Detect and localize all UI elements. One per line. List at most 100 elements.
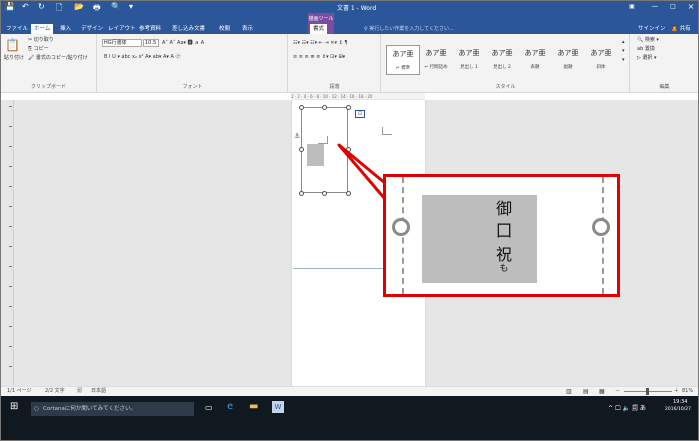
tab-review[interactable]: 校閲 — [216, 24, 233, 34]
resize-handle[interactable] — [322, 191, 327, 196]
zoom-callout: 御 囗 祝 も — [383, 174, 620, 297]
title-bar: 💾 ↶ ↻ 🗋 📂 🖶 🔍 ▾ 文書 1 - Word ▣ － □ × — [1, 1, 698, 13]
tab-insert[interactable]: 挿入 — [57, 24, 74, 34]
style-item[interactable]: あア亜 ↵ 行間詰め — [419, 45, 453, 75]
edge-icon[interactable]: e — [227, 401, 233, 412]
font-size-select[interactable]: 10.5 — [143, 39, 159, 47]
ruler-tick — [9, 226, 12, 227]
style-item[interactable]: あア亜 斜体 — [584, 45, 618, 75]
style-item[interactable]: あア亜 見出し 1 — [452, 45, 486, 75]
resize-handle[interactable] — [299, 191, 304, 196]
print-preview-icon[interactable]: 🔍 — [111, 2, 121, 11]
style-sample: あア亜 — [425, 49, 447, 57]
close-button[interactable]: × — [680, 1, 698, 13]
paste-button[interactable]: 貼り付け — [4, 55, 24, 62]
share-button[interactable]: 🙎 共有 — [671, 25, 691, 34]
system-tray[interactable]: ^ 🖵 🔈 🗐 あ — [608, 403, 646, 414]
vertical-ruler — [7, 100, 14, 385]
resize-handle[interactable] — [322, 105, 327, 110]
taskbar: ⊞ ○ Cortanaに何か聞いてみてください。 ▭ e ▬ W ^ 🖵 🔈 🗐… — [1, 396, 698, 440]
clipboard-group: 📋 貼り付け ✂ 切り取り ⎘ コピー 🖌 書式のコピー/貼り付け クリップボー… — [1, 34, 97, 92]
layout-options-icon[interactable]: ⊡ — [355, 110, 365, 118]
resize-handle[interactable] — [299, 105, 304, 110]
task-view-icon[interactable]: ▭ — [205, 403, 213, 412]
style-sample: あア亜 — [392, 50, 414, 58]
print-layout-icon[interactable]: ▤ — [583, 387, 589, 396]
replace-button[interactable]: ab 置換 — [637, 46, 655, 53]
style-name: ↵ 標準 — [395, 66, 411, 71]
ruler-tick — [9, 286, 12, 287]
horizontal-ruler: 2 · 2 · 4 · 6 · 8 · 10 · 12 · 14 · 16 · … — [291, 93, 425, 100]
style-sample: あア亜 — [590, 49, 612, 57]
tab-file[interactable]: ファイル — [3, 24, 31, 34]
tab-layout[interactable]: レイアウト — [105, 24, 139, 34]
word-app-icon[interactable]: W — [272, 401, 284, 413]
tab-mailings[interactable]: 差し込み文書 — [169, 24, 208, 34]
paste-icon[interactable]: 📋 — [5, 39, 20, 51]
styles-group: あア亜 ↵ 標準 あア亜 ↵ 行間詰め あア亜 見出し 1 あア亜 見出し 2 あア亜 表題 あア亜… — [382, 34, 630, 92]
select-button[interactable]: ▷ 選択 ▾ — [637, 55, 657, 62]
format-painter-button[interactable]: 🖌 書式のコピー/貼り付け — [28, 55, 88, 62]
handle-ring — [392, 218, 410, 236]
ribbon-display-icon[interactable]: ▣ — [621, 1, 643, 13]
undo-icon[interactable]: ↶ — [22, 2, 29, 11]
ruler-tick — [9, 366, 12, 367]
tab-design[interactable]: デザイン — [78, 24, 106, 34]
tab-view[interactable]: 表示 — [239, 24, 256, 34]
font-group-label: フォント — [182, 84, 203, 90]
font-name-select[interactable]: HG行書体 — [102, 39, 142, 47]
proofing-icon[interactable]: 🗐 — [77, 387, 82, 396]
font-row1-tools[interactable]: A˄ A˅ Aa▾ 🅰 ａ A — [162, 40, 204, 47]
redo-icon[interactable]: ↻ — [38, 2, 45, 11]
web-layout-icon[interactable]: ▦ — [599, 387, 605, 396]
signin-link[interactable]: サインイン — [638, 25, 666, 34]
zoom-in-button[interactable]: ＋ — [674, 387, 679, 396]
language[interactable]: 日本語 — [91, 387, 106, 396]
copy-button[interactable]: ⎘ コピー — [28, 46, 49, 53]
tab-references[interactable]: 参考資料 — [136, 24, 164, 34]
save-icon[interactable]: 💾 — [5, 2, 15, 11]
gallery-scroll-icon[interactable]: ▴ ▾ ▾ — [622, 38, 625, 65]
font-row2-tools[interactable]: B I U ▾ abc x₂ x² A▾ ab▾ A▾ A ㋐ — [104, 54, 181, 61]
cut-button[interactable]: ✂ 切り取り — [28, 37, 54, 44]
vertical-char-small: も — [499, 264, 509, 274]
style-item[interactable]: あア亜 副題 — [551, 45, 585, 75]
cortana-search[interactable]: ○ Cortanaに何か聞いてみてください。 — [31, 402, 194, 416]
paragraph-group: ☷▾ ☷▾ ☷▾ ⇤ ⇥ ✕▾ ↕ ¶ ≡ ≡ ≡ ≣ ≡ ⇕▾ ⊡▾ ⊞▾ 段… — [289, 34, 381, 92]
style-name: 見出し 2 — [493, 65, 511, 70]
ribbon: 📋 貼り付け ✂ 切り取り ⎘ コピー 🖌 書式のコピー/貼り付け クリップボー… — [1, 34, 698, 93]
paragraph-row1-tools[interactable]: ☷▾ ☷▾ ☷▾ ⇤ ⇥ ✕▾ ↕ ¶ — [293, 40, 348, 47]
style-sample: あア亜 — [491, 49, 513, 57]
resize-handle[interactable] — [346, 105, 351, 110]
windows-start-icon[interactable]: ⊞ — [10, 401, 18, 412]
file-explorer-icon[interactable]: ▬ — [249, 401, 258, 412]
style-item[interactable]: あア亜見出し 2 — [485, 45, 519, 75]
ruler-tick — [9, 146, 12, 147]
zoom-slider[interactable] — [624, 388, 672, 395]
zoom-out-button[interactable]: － — [615, 387, 620, 396]
cortana-icon: ○ — [34, 406, 39, 412]
customize-qat-icon[interactable]: ▾ — [129, 2, 133, 11]
tab-home[interactable]: ホーム — [31, 24, 54, 34]
style-sample: あア亜 — [458, 49, 480, 57]
zoom-slider-thumb[interactable] — [646, 388, 649, 395]
page-count[interactable]: 1/1 ページ — [7, 387, 32, 396]
paragraph-group-label: 段落 — [329, 84, 340, 90]
anchor-icon: ⚓ — [294, 132, 301, 140]
word-count[interactable]: 2/2 文字 — [45, 387, 65, 396]
vertical-char: 御 — [495, 199, 512, 218]
resize-handle[interactable] — [299, 147, 304, 152]
tab-format[interactable]: 書式 — [310, 24, 328, 34]
zoom-level[interactable]: 81% — [682, 387, 693, 396]
style-item[interactable]: あア亜 表題 — [518, 45, 552, 75]
gray-shape[interactable] — [307, 144, 324, 166]
tell-me-input[interactable]: ♀ 実行したい作業を入力してください... — [364, 25, 454, 34]
open-icon[interactable]: 📂 — [74, 2, 84, 11]
read-mode-icon[interactable]: ▥ — [566, 387, 572, 396]
find-button[interactable]: 🔍 検索 ▾ — [637, 37, 659, 44]
clock-time[interactable]: 19:34 — [673, 399, 687, 405]
editing-group: 🔍 検索 ▾ ab 置換 ▷ 選択 ▾ 編集 — [631, 34, 698, 92]
style-item[interactable]: あア亜 ↵ 標準 — [386, 45, 420, 75]
paragraph-row2-tools[interactable]: ≡ ≡ ≡ ≣ ≡ ⇕▾ ⊡▾ ⊞▾ — [293, 54, 345, 61]
clock-date[interactable]: 2016/10/27 — [665, 407, 691, 412]
